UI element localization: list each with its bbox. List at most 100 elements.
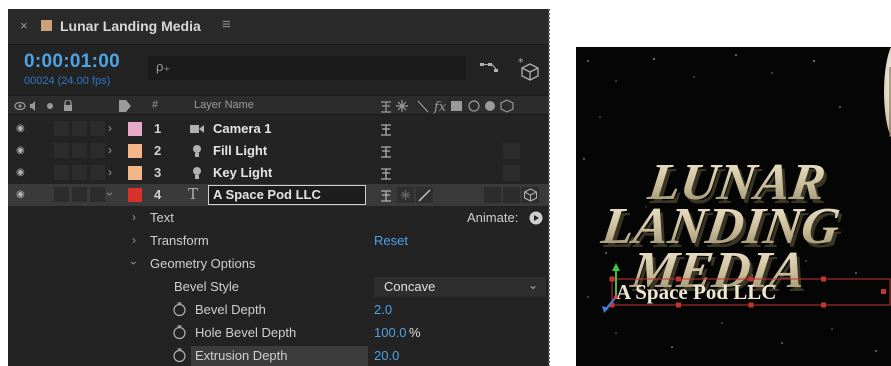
- shy-switch-icon[interactable]: [378, 143, 395, 159]
- layer-name[interactable]: Key Light: [213, 165, 272, 180]
- property-label: Geometry Options: [150, 256, 256, 271]
- layer-number: 2: [154, 143, 162, 158]
- draft-3d-icon[interactable]: *: [516, 55, 544, 83]
- property-extrusion-depth[interactable]: Extrusion Depth 20.0: [8, 345, 549, 366]
- solo-switch[interactable]: [72, 187, 87, 202]
- layer-name[interactable]: A Space Pod LLC: [213, 187, 321, 202]
- adjustment-layer-switch[interactable]: [503, 187, 520, 203]
- search-icon: ρ₊: [156, 59, 171, 74]
- animate-menu-label[interactable]: Animate:: [467, 210, 518, 225]
- twirl-open-icon[interactable]: ›: [127, 261, 141, 265]
- property-label: Bevel Style: [174, 279, 240, 294]
- audio-switch[interactable]: [54, 187, 69, 202]
- comp-color-swatch: [41, 20, 52, 31]
- stopwatch-icon[interactable]: [172, 347, 187, 363]
- layer-row-fill-light[interactable]: ◉ › 2 Fill Light: [8, 140, 549, 162]
- selected-text: A Space Pod LLC: [616, 280, 776, 304]
- animate-play-icon[interactable]: [529, 211, 543, 225]
- lock-switch[interactable]: [90, 165, 105, 180]
- property-hole-bevel-depth[interactable]: Hole Bevel Depth 100.0 %: [8, 322, 549, 344]
- extrusion-depth-value[interactable]: 20.0: [374, 348, 399, 363]
- timeline-panel: × Lunar Landing Media ≡ 0:00:01:00 00024…: [8, 9, 549, 366]
- camera-layer-icon: [190, 125, 204, 133]
- audio-switch[interactable]: [54, 143, 69, 158]
- bevel-style-value: Concave: [384, 279, 436, 294]
- composition-viewer[interactable]: LUNAR LUNAR LANDING LANDING MEDIA MEDIA …: [576, 47, 891, 366]
- layer-name-column-header[interactable]: Layer Name: [194, 99, 254, 111]
- audio-switch[interactable]: [54, 165, 69, 180]
- lock-switch[interactable]: [90, 143, 105, 158]
- twirl-closed-icon[interactable]: ›: [108, 121, 112, 135]
- reset-link[interactable]: Reset: [374, 233, 408, 248]
- twirl-open-icon[interactable]: ›: [103, 192, 117, 196]
- stopwatch-icon[interactable]: [172, 324, 187, 340]
- 3d-layer-switch[interactable]: [503, 143, 520, 159]
- property-bevel-depth[interactable]: Bevel Depth 2.0: [8, 299, 549, 321]
- frame-count: 00024 (24.00 fps): [24, 75, 111, 87]
- shy-switch-icon[interactable]: [378, 121, 395, 137]
- eye-icon[interactable]: ◉: [16, 123, 25, 134]
- stopwatch-icon[interactable]: [172, 301, 187, 317]
- solo-switch[interactable]: [72, 143, 87, 158]
- property-label: Transform: [150, 233, 209, 248]
- percent-unit: %: [409, 325, 421, 340]
- hole-bevel-depth-value[interactable]: 100.0: [374, 325, 407, 340]
- twirl-closed-icon[interactable]: ›: [132, 210, 136, 224]
- comp-tab-title[interactable]: Lunar Landing Media: [60, 18, 201, 34]
- text-layer-icon: T: [188, 185, 199, 203]
- search-input[interactable]: ρ₊: [148, 56, 466, 80]
- panel-tab[interactable]: × Lunar Landing Media ≡: [8, 9, 549, 45]
- layer-row-camera[interactable]: ◉ › 1 Camera 1: [8, 118, 549, 140]
- layer-name[interactable]: Camera 1: [213, 121, 272, 136]
- property-text[interactable]: › Text Animate:: [8, 207, 549, 229]
- layer-row-text[interactable]: ◉ › 4 T A Space Pod LLC: [8, 184, 549, 206]
- twirl-closed-icon[interactable]: ›: [108, 165, 112, 179]
- property-label: Text: [150, 210, 174, 225]
- label-tag-icon: [119, 100, 131, 112]
- bevel-depth-value[interactable]: 2.0: [374, 302, 392, 317]
- av-features-header-icons: [14, 100, 72, 111]
- solo-switch[interactable]: [72, 165, 87, 180]
- layer-number: 1: [154, 121, 162, 136]
- eye-icon[interactable]: ◉: [16, 189, 25, 200]
- audio-switch[interactable]: [54, 121, 69, 136]
- eye-icon[interactable]: ◉: [16, 167, 25, 178]
- label-color-swatch[interactable]: [128, 188, 142, 202]
- panel-menu-icon[interactable]: ≡: [222, 16, 231, 33]
- current-time-display[interactable]: 0:00:01:00: [24, 51, 120, 73]
- motion-blur-switch[interactable]: [484, 187, 501, 203]
- chevron-down-icon: ⌄: [527, 278, 538, 292]
- property-label: Bevel Depth: [195, 302, 266, 317]
- close-icon[interactable]: ×: [20, 18, 28, 33]
- property-label: Extrusion Depth: [195, 348, 288, 363]
- shy-switch-icon[interactable]: [378, 187, 395, 203]
- twirl-closed-icon[interactable]: ›: [132, 233, 136, 247]
- solo-switch[interactable]: [72, 121, 87, 136]
- 3d-layer-icon[interactable]: [522, 187, 539, 203]
- twirl-closed-icon[interactable]: ›: [108, 143, 112, 157]
- switches-header-icons: fx: [381, 99, 514, 114]
- layer-number: 4: [154, 187, 162, 202]
- property-geometry-options[interactable]: › Geometry Options: [8, 253, 549, 275]
- bevel-style-dropdown[interactable]: Concave ⌄: [374, 277, 546, 297]
- 3d-layer-switch[interactable]: [503, 165, 520, 181]
- property-label: Hole Bevel Depth: [195, 325, 297, 340]
- composition-mini-flowchart-icon[interactable]: [476, 57, 504, 79]
- layer-row-key-light[interactable]: ◉ › 3 Key Light: [8, 162, 549, 184]
- lock-switch[interactable]: [90, 121, 105, 136]
- panel-divider: [548, 9, 550, 366]
- light-layer-icon: [193, 145, 201, 157]
- label-color-swatch[interactable]: [128, 122, 142, 136]
- eye-icon[interactable]: ◉: [16, 145, 25, 156]
- layer-name[interactable]: Fill Light: [213, 143, 267, 158]
- shy-switch-icon[interactable]: [378, 165, 395, 181]
- property-bevel-style[interactable]: Bevel Style Concave ⌄: [8, 276, 549, 298]
- property-transform[interactable]: › Transform Reset: [8, 230, 549, 252]
- quality-switch-icon[interactable]: [416, 187, 433, 203]
- label-color-swatch[interactable]: [128, 144, 142, 158]
- light-layer-icon: [193, 167, 201, 179]
- label-color-swatch[interactable]: [128, 166, 142, 180]
- collapse-switch-icon[interactable]: [397, 187, 414, 203]
- svg-text:fx: fx: [433, 100, 447, 114]
- number-column-header[interactable]: #: [152, 99, 158, 111]
